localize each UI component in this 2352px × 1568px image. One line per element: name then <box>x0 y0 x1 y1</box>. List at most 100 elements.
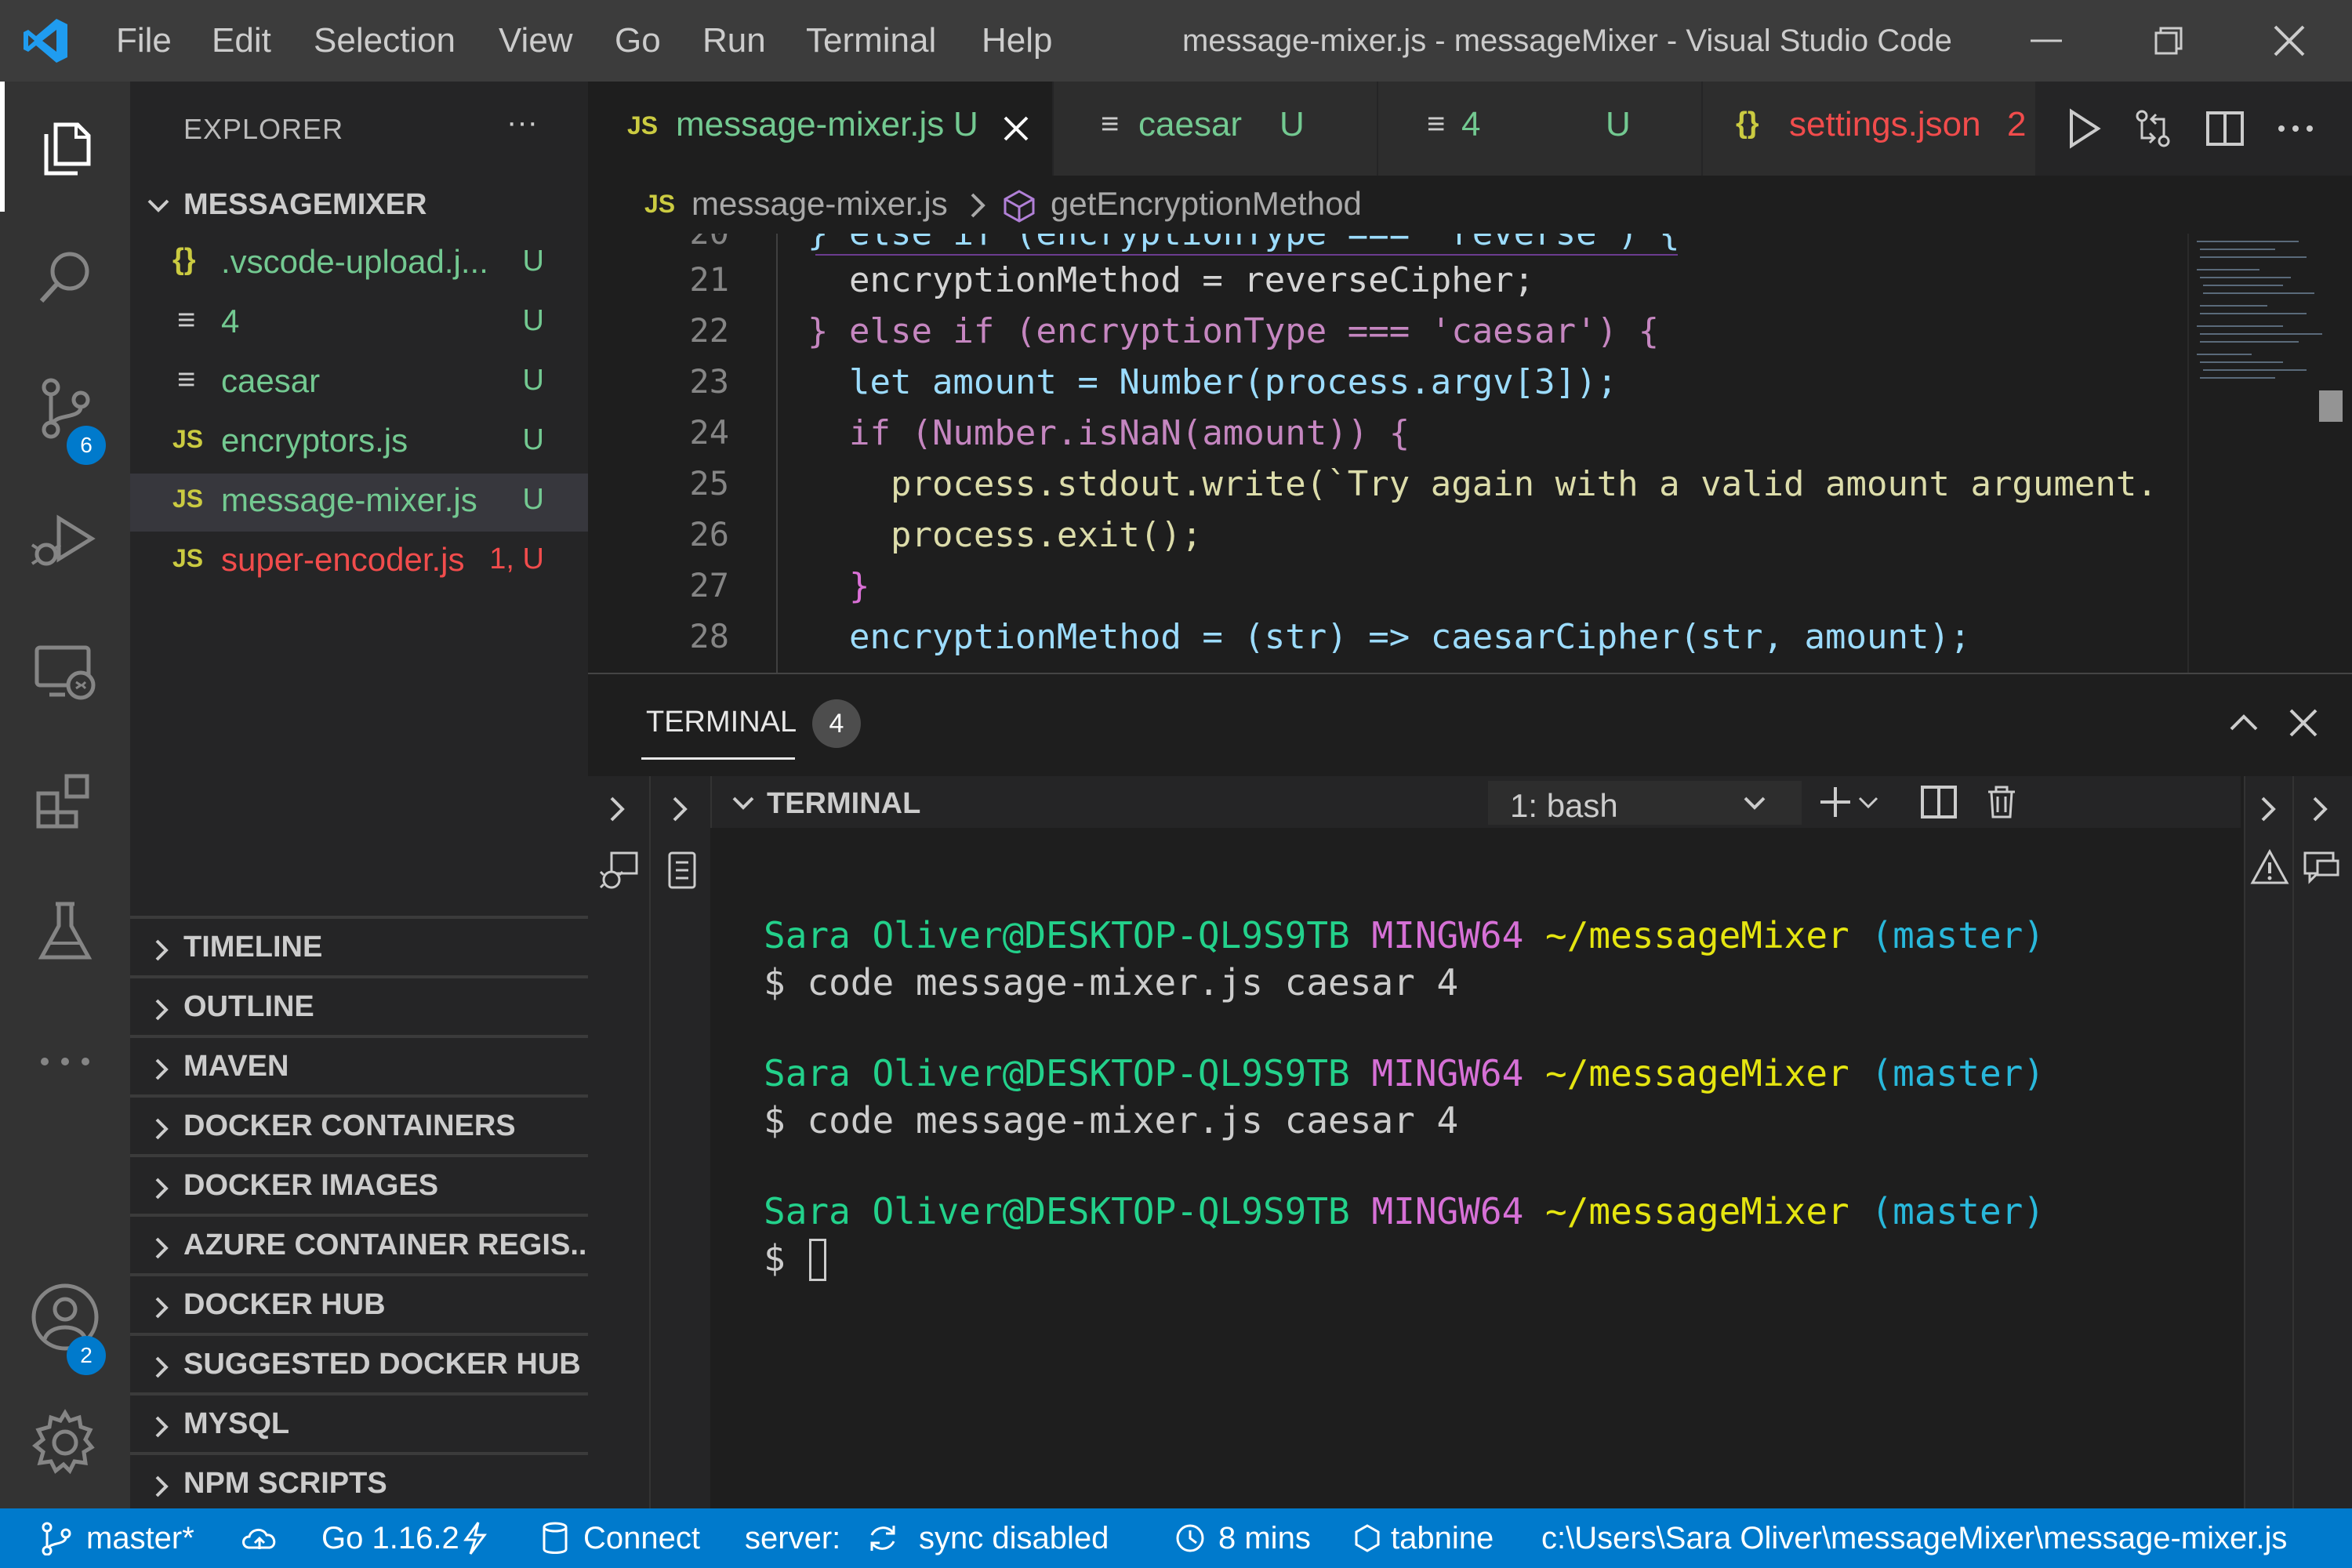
explorer-more-button[interactable]: ··· <box>506 105 538 140</box>
chevron-down-icon[interactable] <box>728 787 759 818</box>
section-maven[interactable]: MAVEN <box>130 1035 588 1096</box>
status-tabnine[interactable]: tabnine <box>1391 1508 1494 1568</box>
chevron-right-icon[interactable] <box>604 793 632 825</box>
breadcrumb-symbol[interactable]: getEncryptionMethod <box>1051 185 1362 223</box>
tab-message-mixer[interactable]: JS message-mixer.js U <box>588 82 1054 176</box>
menu-help[interactable]: Help <box>982 0 1053 82</box>
line-number: 27 <box>689 566 729 604</box>
menu-go[interactable]: Go <box>615 0 661 82</box>
panel-tab-terminal[interactable]: TERMINAL <box>646 706 797 739</box>
sidebar: EXPLORER ··· MESSAGEMIXER {} .vscode-upl… <box>130 82 614 1508</box>
text-file-icon: ≡ <box>177 303 196 337</box>
section-npm-scripts[interactable]: NPM SCRIPTS <box>130 1452 588 1513</box>
code-line: process.stdout.write(`Try again with a v… <box>808 464 2158 504</box>
close-window-button[interactable] <box>2267 19 2311 63</box>
terminal-select[interactable]: 1: bash <box>1488 781 1802 825</box>
more-views-icon[interactable] <box>26 1022 104 1101</box>
run-file-icon[interactable] <box>2062 107 2106 151</box>
publish-cloud-icon[interactable] <box>240 1523 279 1554</box>
minimap[interactable] <box>2187 234 2352 673</box>
panel-right-strip-2 <box>2292 776 2352 1510</box>
chevron-right-icon[interactable] <box>2307 793 2335 825</box>
folder-root[interactable]: MESSAGEMIXER <box>130 176 588 234</box>
section-suggested-docker-hub[interactable]: SUGGESTED DOCKER HUB ... <box>130 1333 614 1394</box>
run-debug-icon[interactable] <box>26 499 104 578</box>
comments-icon[interactable] <box>2302 848 2341 887</box>
folder-root-label: MESSAGEMIXER <box>183 188 427 221</box>
section-azure-registry[interactable]: AZURE CONTAINER REGIS... <box>130 1214 595 1275</box>
terminal-output[interactable]: Sara Oliver@DESKTOP-QL9S9TB MINGW64 ~/me… <box>710 828 2239 1510</box>
section-docker-hub[interactable]: DOCKER HUB <box>130 1273 588 1334</box>
status-go-version[interactable]: Go 1.16.2 <box>321 1508 459 1568</box>
status-server[interactable]: server: <box>745 1508 840 1568</box>
section-mysql[interactable]: MYSQL <box>130 1392 588 1454</box>
compare-changes-icon[interactable] <box>2131 107 2175 151</box>
file-row[interactable]: JS super-encoder.js 1, U <box>130 533 588 591</box>
section-docker-images[interactable]: DOCKER IMAGES <box>130 1154 588 1215</box>
breadcrumb-file[interactable]: message-mixer.js <box>691 185 948 223</box>
section-label: DOCKER HUB <box>183 1288 386 1321</box>
file-row-selected[interactable]: JS message-mixer.js U <box>130 474 588 532</box>
search-icon[interactable] <box>26 238 104 317</box>
problems-warning-icon[interactable] <box>2250 848 2289 887</box>
menu-file[interactable]: File <box>116 0 172 82</box>
section-docker-containers[interactable]: DOCKER CONTAINERS <box>130 1094 588 1156</box>
scrollbar-thumb[interactable] <box>2319 390 2343 422</box>
tab-caesar[interactable]: ≡ caesar U <box>1054 82 1378 176</box>
activity-bar: 6 2 <box>0 82 130 1508</box>
file-row[interactable]: {} .vscode-upload.j... U <box>130 235 588 293</box>
output-icon[interactable] <box>660 848 704 892</box>
status-file-path[interactable]: c:\Users\Sara Oliver\messageMixer\messag… <box>1541 1508 2287 1568</box>
status-branch[interactable]: master* <box>86 1508 194 1568</box>
js-file-icon: JS <box>627 111 659 140</box>
line-number: 23 <box>689 362 729 401</box>
more-actions-icon[interactable] <box>2274 107 2318 151</box>
extensions-icon[interactable] <box>26 760 104 839</box>
tab-settings-json[interactable]: {} settings.json 2 <box>1703 82 2037 176</box>
new-terminal-icon[interactable] <box>1816 782 1855 822</box>
split-terminal-icon[interactable] <box>1919 782 1958 822</box>
code-line: } <box>808 566 870 606</box>
close-tab-icon[interactable] <box>999 111 1033 146</box>
remote-explorer-icon[interactable] <box>26 630 104 709</box>
line-number: 21 <box>689 260 729 299</box>
settings-gear-icon[interactable] <box>26 1403 104 1482</box>
menu-run[interactable]: Run <box>702 0 766 82</box>
file-row[interactable]: ≡ 4 U <box>130 295 588 353</box>
file-row[interactable]: JS encryptors.js U <box>130 414 588 472</box>
restore-button[interactable] <box>2145 24 2192 58</box>
menu-terminal[interactable]: Terminal <box>806 0 936 82</box>
menu-edit[interactable]: Edit <box>212 0 271 82</box>
file-row[interactable]: ≡ caesar U <box>130 354 588 412</box>
code-editor[interactable]: 20 21 22 23 24 25 26 27 28 } else if (en… <box>588 234 2352 673</box>
tab-bar: JS message-mixer.js U ≡ caesar U ≡ 4 U {… <box>588 82 2352 176</box>
tab-4[interactable]: ≡ 4 U <box>1378 82 1703 176</box>
minimize-button[interactable] <box>2023 24 2070 58</box>
trash-icon[interactable] <box>1982 782 2021 822</box>
section-timeline[interactable]: TIMELINE <box>130 916 588 977</box>
git-status-badge: U <box>522 483 544 516</box>
prompt-user: Sara Oliver@DESKTOP-QL9S9TB <box>764 914 1350 956</box>
chevron-right-icon[interactable] <box>666 793 695 825</box>
status-connect[interactable]: Connect <box>583 1508 700 1568</box>
code-line: if (Number.isNaN(amount)) { <box>808 413 1410 453</box>
chevron-right-icon <box>147 1115 176 1143</box>
menu-view[interactable]: View <box>499 0 573 82</box>
section-outline[interactable]: OUTLINE <box>130 975 588 1036</box>
status-time[interactable]: 8 mins <box>1218 1508 1311 1568</box>
section-label: NPM SCRIPTS <box>183 1467 387 1500</box>
chevron-down-icon[interactable] <box>1857 792 1880 815</box>
debug-console-icon[interactable] <box>597 848 641 892</box>
split-editor-icon[interactable] <box>2203 107 2247 151</box>
file-label: 4 <box>221 303 240 339</box>
text-file-icon: ≡ <box>1101 107 1120 141</box>
chevron-right-icon[interactable] <box>2255 793 2283 825</box>
menu-selection[interactable]: Selection <box>314 0 456 82</box>
chevron-right-icon <box>147 1472 176 1501</box>
explorer-icon[interactable] <box>26 107 104 186</box>
maximize-panel-icon[interactable] <box>2227 706 2261 740</box>
close-panel-icon[interactable] <box>2286 706 2321 740</box>
testing-flask-icon[interactable] <box>26 891 104 970</box>
status-sync[interactable]: sync disabled <box>919 1508 1109 1568</box>
code-line: } else if (encryptionType === 'caesar') … <box>808 311 1660 351</box>
